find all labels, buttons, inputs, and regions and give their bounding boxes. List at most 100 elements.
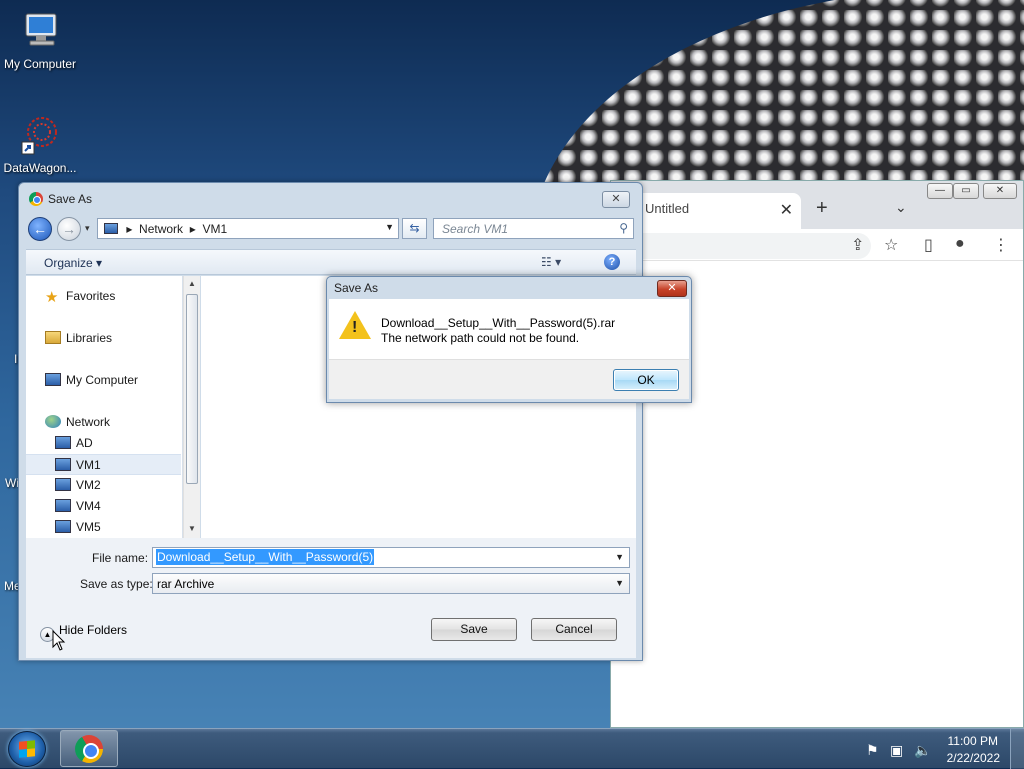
sidebar-item-ad[interactable]: AD [26,433,181,454]
chevron-down-icon: ▼ [615,578,624,588]
windows-logo-icon [19,740,35,758]
taskbar: ⚑ ▣ 🔈 11:00 PM 2/22/2022 [0,728,1024,769]
dialog-close-button[interactable]: ✕ [657,280,687,297]
save-button[interactable]: Save [431,618,517,641]
computer-icon [55,436,71,449]
desktop-icon-my-computer[interactable]: My Computer [0,10,80,71]
sidebar-item-vm4[interactable]: VM4 [26,496,181,517]
change-view-button[interactable]: ☷ ▾ [541,255,561,269]
computer-icon [55,499,71,512]
sidebar-item-label: VM1 [76,458,101,472]
show-desktop-button[interactable] [1010,729,1024,769]
search-icon: ⚲ [619,221,628,235]
clipped-desktop-label: Wi [5,476,19,490]
sidebar-item-label: Libraries [66,331,113,345]
sidebar-item-vm1[interactable]: VM1 [26,454,181,475]
sidebar-item-vm5[interactable]: VM5 [26,517,181,538]
breadcrumb[interactable]: ▸ Network ▸ VM1 ▼ [97,218,399,239]
refresh-button[interactable]: ⇆ [402,218,427,239]
computer-icon [45,373,61,386]
sidebar-item-label: Network [66,415,111,429]
sidebar-item-label: VM5 [76,520,101,534]
bookmark-star-icon[interactable]: ☆ [884,235,898,255]
taskbar-chrome-button[interactable] [60,730,118,767]
chrome-toolbar: e ⇪ ☆ ▯ ● ⋮ [611,229,1023,261]
library-icon [45,331,61,344]
desktop-icon-datawagon[interactable]: DataWagon... [0,114,80,175]
desktop-icon-label: DataWagon... [3,161,77,175]
sidebar-item-network[interactable]: Network [26,412,181,433]
computer-icon [55,520,71,533]
chevron-down-icon[interactable]: ⌄ [895,199,907,216]
warning-exclamation: ! [352,319,358,336]
dialog-close-button[interactable]: ✕ [602,191,630,208]
chrome-tab[interactable]: Untitled ✕ [635,193,801,229]
organize-menu[interactable]: Organize ▾ [44,256,102,270]
address-bar[interactable]: e [611,233,871,259]
scroll-up-icon[interactable]: ▲ [188,279,196,288]
desktop-icon-label: My Computer [3,57,77,71]
ok-button[interactable]: OK [613,369,679,391]
scrollbar-thumb[interactable] [186,294,198,484]
clipped-desktop-label: I [14,352,18,366]
clock-time[interactable]: 11:00 PM [948,734,998,748]
action-center-flag-icon[interactable]: ⚑ [866,742,879,759]
chevron-down-icon[interactable]: ▼ [385,222,394,232]
network-tray-icon[interactable]: ▣ [890,742,903,759]
star-icon: ★ [45,289,59,306]
error-message: The network path could not be found. [381,331,580,345]
sidebar-item-label: VM2 [76,478,101,492]
breadcrumb-item-network[interactable]: Network [139,222,183,236]
sidebar-item-favorites[interactable]: ★ Favorites [26,286,181,307]
close-icon[interactable]: ✕ [780,200,793,220]
error-dialog: Save As ✕ ! Download__Setup__With__Passw… [326,276,692,403]
filename-field[interactable]: Download__Setup__With__Password(5) ▼ [152,547,630,568]
breadcrumb-item-vm1[interactable]: VM1 [202,222,227,236]
computer-icon [25,13,57,46]
menu-kebab-icon[interactable]: ⋮ [993,235,1009,255]
chrome-tab-title: Untitled [645,201,690,216]
search-input[interactable]: Search VM1 ⚲ [433,218,634,239]
network-icon [45,415,61,428]
clock-date[interactable]: 2/22/2022 [947,751,1000,765]
minimize-button[interactable]: — [927,183,953,199]
breadcrumb-sep: ▸ [126,222,133,236]
new-tab-button[interactable]: + [816,197,828,220]
scroll-down-icon[interactable]: ▼ [188,524,196,533]
chevron-down-icon[interactable]: ▼ [615,552,624,562]
savetype-value: rar Archive [157,577,215,591]
restore-button[interactable]: ▭ [953,183,979,199]
sidebar-item-libraries[interactable]: Libraries [26,328,181,349]
navigation-pane: ★ Favorites Libraries My Computer Network… [26,276,183,538]
dialog-title: Save As [334,281,379,295]
dialog-title: Save As [29,192,92,206]
forward-button[interactable]: → [57,217,81,241]
help-button[interactable]: ? [604,254,620,270]
sidebar-item-vm2[interactable]: VM2 [26,475,181,496]
side-panel-icon[interactable]: ▯ [924,235,933,255]
save-options-panel: File name: Download__Setup__With__Passwo… [26,538,636,658]
breadcrumb-sep: ▸ [189,222,196,236]
start-button[interactable] [8,731,46,767]
chrome-logo-icon [75,735,103,763]
volume-icon[interactable]: 🔈 [914,742,931,759]
chevron-down-icon: ▾ [555,255,562,269]
navigation-scrollbar[interactable]: ▲ ▼ [183,276,200,538]
share-icon[interactable]: ⇪ [851,235,864,255]
sidebar-item-my-computer[interactable]: My Computer [26,370,181,391]
recent-locations-chevron-icon[interactable]: ▾ [85,223,90,234]
cancel-button[interactable]: Cancel [531,618,617,641]
command-bar: Organize ▾ ☷ ▾ ? [26,249,636,275]
back-button[interactable]: ← [28,217,52,241]
chrome-tab-bar: Untitled ✕ + ⌄ — ▭ ✕ [611,181,1023,229]
savetype-label: Save as type: [80,577,153,591]
profile-icon[interactable]: ● [955,235,965,253]
sidebar-item-label: My Computer [66,373,139,387]
window-close-button[interactable]: ✕ [983,183,1017,199]
savetype-select[interactable]: rar Archive ▼ [152,573,630,594]
save-as-dialog: Save As ✕ ← → ▾ ▸ Network ▸ VM1 ▼ ⇆ Sear… [18,182,643,661]
error-filename: Download__Setup__With__Password(5).rar [381,316,616,330]
computer-icon [55,478,71,491]
cursor-arrow-icon [52,630,66,651]
sidebar-item-label: VM4 [76,499,101,513]
